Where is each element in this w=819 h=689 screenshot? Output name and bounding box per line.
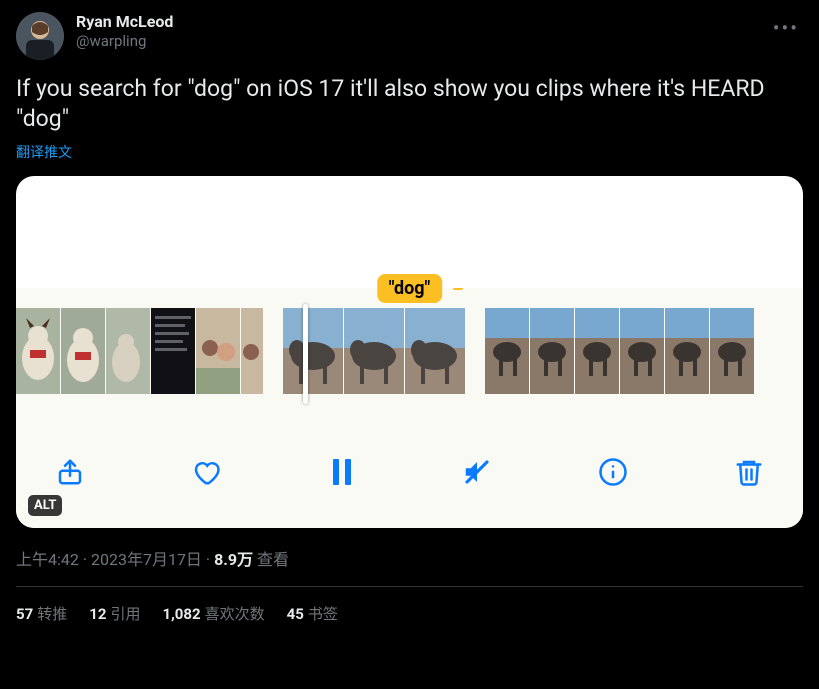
clip-frame: [485, 308, 529, 394]
clip-group[interactable]: [16, 308, 263, 400]
heart-icon[interactable]: [186, 452, 226, 492]
clip-group[interactable]: [485, 308, 754, 400]
mute-icon[interactable]: [457, 452, 497, 492]
clip-frame: [241, 308, 263, 394]
views-count: 8.9万: [214, 550, 253, 569]
clip-frame: [16, 308, 60, 394]
media-preview-area: "dog": [16, 176, 803, 288]
stats-row: 57转推 12引用 1,082喜欢次数 45书签: [16, 603, 803, 624]
avatar[interactable]: [16, 12, 64, 60]
timeline-marker: [453, 288, 463, 290]
tweet-date: 2023年7月17日: [91, 550, 202, 569]
display-name: Ryan McLeod: [76, 12, 173, 32]
info-icon[interactable]: [593, 452, 633, 492]
video-timeline[interactable]: [16, 288, 803, 408]
clip-frame: [344, 308, 404, 394]
clip-frame: [530, 308, 574, 394]
bookmarks-stat[interactable]: 45书签: [287, 603, 338, 624]
clip-frame: [710, 308, 754, 394]
handle: @warpling: [76, 32, 173, 51]
clip-frame: [575, 308, 619, 394]
clip-frame: [106, 308, 150, 394]
tweet-container: Ryan McLeod @warpling ••• If you search …: [0, 0, 819, 636]
retweets-stat[interactable]: 57转推: [16, 603, 67, 624]
more-icon[interactable]: •••: [769, 12, 803, 44]
tweet-text: If you search for "dog" on iOS 17 it'll …: [16, 74, 803, 134]
translate-link[interactable]: 翻译推文: [16, 142, 803, 162]
playhead[interactable]: [303, 304, 308, 404]
clip-frame: [283, 308, 343, 394]
clip-frame: [620, 308, 664, 394]
media-card[interactable]: "dog": [16, 176, 803, 528]
clip-frame: [665, 308, 709, 394]
share-icon[interactable]: [50, 452, 90, 492]
likes-stat[interactable]: 1,082喜欢次数: [162, 603, 264, 624]
views-label: 查看: [257, 550, 289, 569]
divider: [16, 586, 803, 587]
clip-frame: [196, 308, 240, 394]
tweet-header: Ryan McLeod @warpling •••: [16, 12, 803, 60]
clip-group-active[interactable]: [283, 308, 465, 400]
clip-frame: [61, 308, 105, 394]
alt-badge[interactable]: ALT: [28, 495, 62, 516]
clip-frame: [151, 308, 195, 394]
author-block[interactable]: Ryan McLeod @warpling: [76, 12, 173, 51]
clip-frame: [405, 308, 465, 394]
tweet-meta[interactable]: 上午4:42 · 2023年7月17日 · 8.9万 查看: [16, 546, 803, 570]
search-term-label: "dog": [377, 274, 443, 303]
tweet-time: 上午4:42: [16, 550, 79, 569]
pause-icon[interactable]: [322, 452, 362, 492]
quotes-stat[interactable]: 12引用: [89, 603, 140, 624]
media-controls: [16, 408, 803, 528]
trash-icon[interactable]: [729, 452, 769, 492]
